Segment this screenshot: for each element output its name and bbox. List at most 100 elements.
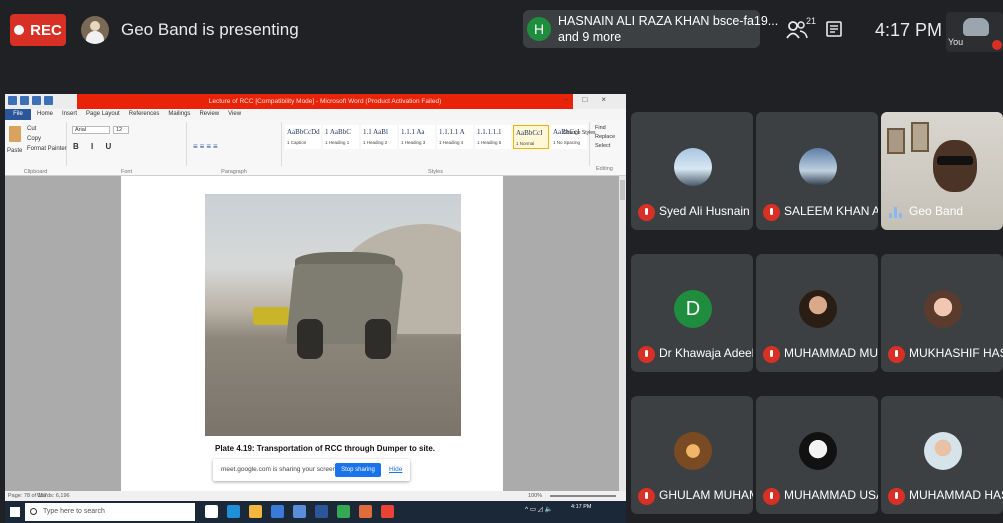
participant-count: 21 (806, 16, 817, 26)
participant-name: GHULAM MUHAM... (659, 488, 753, 502)
window-controls[interactable]: –□× (564, 95, 620, 104)
participant-tile[interactable]: MUHAMMAD USA... (756, 396, 878, 514)
taskbar-search[interactable]: Type here to search (25, 503, 195, 521)
tab-page-layout[interactable]: Page Layout (86, 111, 120, 117)
word-title-bar: Lecture of RCC [Compatibility Mode] - Mi… (5, 94, 626, 109)
word-count[interactable]: Words: 6,196 (37, 493, 70, 499)
muted-mic-icon (888, 346, 905, 363)
participant-name: MUHAMMAD USA... (784, 488, 878, 502)
cut-button[interactable]: Cut (27, 126, 36, 132)
participant-name: MUKHASHIF HAS... (909, 346, 1003, 360)
participant-name: Geo Band (909, 204, 964, 218)
file-tab[interactable]: File (5, 109, 31, 120)
notification-avatar: H (527, 17, 551, 41)
participant-tile[interactable]: MUKHASHIF HAS... (881, 254, 1003, 372)
style-heading-1[interactable]: 1 AaBbC 1 Heading 1 (323, 125, 359, 149)
style-no-spacing[interactable]: AaBbCcI 1 No Spacing (551, 125, 587, 149)
zoom-slider[interactable] (550, 495, 616, 497)
replace-button[interactable]: Replace (595, 133, 615, 142)
font-name-select[interactable]: Arial (72, 126, 110, 134)
tab-home[interactable]: Home (37, 111, 53, 117)
style-heading-2[interactable]: 1.1 AaBl 1 Heading 2 (361, 125, 397, 149)
chat-icon[interactable] (825, 20, 843, 38)
participant-name: MUHAMMAD MU... (784, 346, 878, 360)
word-menu-bar: File Home Insert Page Layout References … (5, 109, 626, 120)
record-dot-icon (14, 25, 25, 35)
tab-view[interactable]: View (228, 111, 241, 117)
participant-avatar (799, 290, 837, 328)
participant-tile[interactable]: SALEEM KHAN AL... (756, 112, 878, 230)
paste-button[interactable]: Paste (7, 148, 22, 154)
participant-avatar (799, 432, 837, 470)
editing-group: Find Replace Select (595, 124, 615, 151)
style-heading-4[interactable]: 1.1.1.1 A1 Heading 4 (437, 125, 473, 149)
ribbon-tabs: Home Insert Page Layout References Maili… (37, 111, 241, 117)
document-margin-left (5, 176, 121, 491)
store-icon[interactable] (293, 505, 306, 518)
participant-avatar (799, 148, 837, 186)
taskbar-search-placeholder: Type here to search (43, 508, 105, 515)
participant-tile[interactable]: MUHAMMAD MU... (756, 254, 878, 372)
dumper-truck-photo (205, 194, 461, 436)
file-explorer-icon[interactable] (249, 505, 262, 518)
alignment-buttons[interactable]: ≡≡≡≡ (193, 142, 220, 151)
self-avatar (963, 18, 989, 36)
find-button[interactable]: Find (595, 124, 615, 133)
windows-taskbar: Type here to search ^ ▭ ◿ 🔈 4:17 PM (5, 501, 626, 523)
participant-avatar (674, 432, 712, 470)
vertical-scrollbar[interactable] (619, 176, 626, 491)
tab-references[interactable]: References (129, 111, 160, 117)
change-styles-button[interactable]: Change Styles (563, 130, 596, 136)
paste-icon[interactable] (9, 126, 21, 142)
copy-button[interactable]: Copy (27, 136, 41, 142)
font-format-buttons[interactable]: B I U (73, 142, 116, 151)
tab-review[interactable]: Review (199, 111, 219, 117)
muted-mic-icon (888, 488, 905, 505)
self-label: You (948, 37, 964, 47)
quick-access-toolbar[interactable] (8, 96, 53, 105)
people-icon[interactable] (786, 20, 808, 40)
style-heading-5[interactable]: 1.1.1.1.1 1 Heading 5 (475, 125, 511, 149)
screen-share-bar: meet.google.com is sharing your screen. … (213, 459, 410, 481)
styles-gallery: AaBbCcDd 1 Caption 1 AaBbC 1 Heading 1 1.1… (285, 125, 587, 149)
windows-start-icon[interactable] (10, 507, 20, 517)
style-normal[interactable]: AaBbCcI 1 Normal (513, 125, 549, 149)
self-muted-mic-icon (992, 40, 1002, 50)
tab-mailings[interactable]: Mailings (168, 111, 190, 117)
presenter-avatar (81, 16, 109, 44)
format-painter-button[interactable]: Format Painter (27, 146, 67, 152)
notification-line-1: HASNAIN ALI RAZA KHAN bsce-fa19... (558, 14, 779, 28)
participant-tile[interactable]: Syed Ali Husnain (631, 112, 753, 230)
hide-share-bar-link[interactable]: Hide (389, 466, 402, 473)
participant-name: MUHAMMAD HAS... (909, 488, 1003, 502)
join-notification[interactable]: H HASNAIN ALI RAZA KHAN bsce-fa19... and… (523, 10, 778, 48)
zoom-level[interactable]: 100% (528, 493, 542, 499)
select-button[interactable]: Select (595, 142, 615, 151)
tab-insert[interactable]: Insert (62, 111, 77, 117)
rec-label: REC (30, 21, 62, 39)
participant-tile[interactable]: MUHAMMAD HAS... (881, 396, 1003, 514)
word-app-icon[interactable] (315, 505, 328, 518)
font-label: Font (120, 169, 132, 175)
participant-tile[interactable]: D Dr Khawaja Adeel ... (631, 254, 753, 372)
powerpoint-icon[interactable] (359, 505, 372, 518)
style-heading-3[interactable]: 1.1.1 Aa 1 Heading 3 (399, 125, 435, 149)
participant-tile[interactable]: GHULAM MUHAM... (631, 396, 753, 514)
muted-mic-icon (763, 488, 780, 505)
mail-icon[interactable] (271, 505, 284, 518)
muted-mic-icon (763, 346, 780, 363)
edge-icon[interactable] (227, 505, 240, 518)
stop-sharing-button[interactable]: Stop sharing (335, 463, 381, 477)
participant-tile-presenter[interactable]: Geo Band (881, 112, 1003, 230)
style-caption[interactable]: AaBbCcDd 1 Caption (285, 125, 321, 149)
document-page[interactable]: Plate 4.19: Transportation of RCC throug… (121, 176, 503, 491)
google-meet-window: REC Geo Band is presenting H HASNAIN ALI… (0, 0, 1003, 523)
chrome-icon[interactable] (337, 505, 350, 518)
font-size-select[interactable]: 12 (113, 126, 129, 134)
taskbar-clock[interactable]: 4:17 PM (571, 504, 591, 511)
system-tray[interactable]: ^ ▭ ◿ 🔈 (525, 505, 553, 513)
self-view-tile[interactable]: You (946, 12, 1003, 52)
app-icon[interactable] (381, 505, 394, 518)
editing-label: Editing (596, 166, 613, 172)
task-view-icon[interactable] (205, 505, 218, 518)
